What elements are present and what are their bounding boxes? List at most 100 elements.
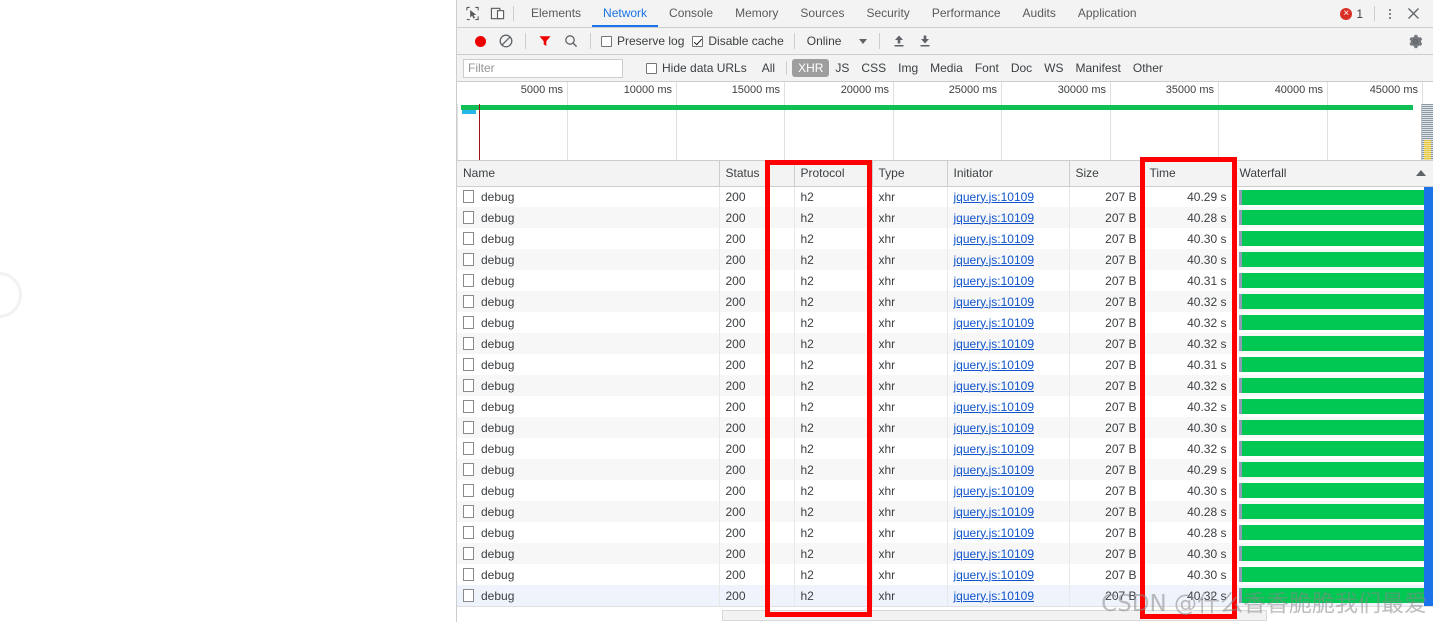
- column-header-time[interactable]: Time: [1143, 161, 1234, 187]
- filter-toggle-button[interactable]: [532, 29, 558, 53]
- initiator-link[interactable]: jquery.js:10109: [954, 316, 1035, 330]
- table-row[interactable]: debug 200 h2 xhr jquery.js:10109 207 B 40.30 s: [457, 228, 1433, 249]
- column-header-type[interactable]: Type: [872, 161, 948, 187]
- table-row[interactable]: debug 200 h2 xhr jquery.js:10109 207 B 40.29 s: [457, 186, 1433, 207]
- clear-button[interactable]: [493, 29, 519, 53]
- initiator-link[interactable]: jquery.js:10109: [954, 505, 1035, 519]
- close-icon[interactable]: [1401, 3, 1425, 25]
- table-row[interactable]: debug 200 h2 xhr jquery.js:10109 207 B 40.32 s: [457, 333, 1433, 354]
- export-har-button[interactable]: [912, 29, 938, 53]
- initiator-link[interactable]: jquery.js:10109: [954, 274, 1035, 288]
- overview-scrollbar[interactable]: [1421, 104, 1433, 160]
- table-row[interactable]: debug 200 h2 xhr jquery.js:10109 207 B 40.28 s: [457, 207, 1433, 228]
- table-row[interactable]: debug 200 h2 xhr jquery.js:10109 207 B 40.28 s: [457, 522, 1433, 543]
- preserve-log-checkbox[interactable]: Preserve log: [597, 34, 688, 48]
- type-filter-doc[interactable]: Doc: [1005, 59, 1038, 77]
- tab-audits[interactable]: Audits: [1012, 0, 1067, 27]
- type-filter-css[interactable]: CSS: [855, 59, 892, 77]
- cell-initiator: jquery.js:10109: [947, 249, 1070, 270]
- type-filter-other[interactable]: Other: [1127, 59, 1169, 77]
- tab-network[interactable]: Network: [592, 0, 659, 27]
- device-toolbar-icon[interactable]: [490, 6, 505, 21]
- column-header-protocol[interactable]: Protocol: [794, 161, 873, 187]
- initiator-link[interactable]: jquery.js:10109: [954, 295, 1035, 309]
- initiator-link[interactable]: jquery.js:10109: [954, 547, 1035, 561]
- type-filter-xhr[interactable]: XHR: [792, 59, 830, 77]
- table-row[interactable]: debug 200 h2 xhr jquery.js:10109 207 B 40.32 s: [457, 396, 1433, 417]
- table-row[interactable]: debug 200 h2 xhr jquery.js:10109 207 B 40.32 s: [457, 438, 1433, 459]
- requests-vertical-scrollbar[interactable]: [1424, 187, 1433, 606]
- document-icon: [463, 567, 474, 581]
- initiator-link[interactable]: jquery.js:10109: [954, 421, 1035, 435]
- table-row[interactable]: debug 200 h2 xhr jquery.js:10109 207 B 40.32 s: [457, 312, 1433, 333]
- table-row[interactable]: debug 200 h2 xhr jquery.js:10109 207 B 40.32 s: [457, 585, 1433, 606]
- initiator-link[interactable]: jquery.js:10109: [954, 337, 1035, 351]
- import-har-button[interactable]: [886, 29, 912, 53]
- type-filter-img[interactable]: Img: [892, 59, 924, 77]
- initiator-link[interactable]: jquery.js:10109: [954, 253, 1035, 267]
- initiator-link[interactable]: jquery.js:10109: [954, 232, 1035, 246]
- initiator-link[interactable]: jquery.js:10109: [954, 568, 1035, 582]
- tab-security[interactable]: Security: [855, 0, 920, 27]
- disable-cache-checkbox[interactable]: Disable cache: [688, 34, 787, 48]
- kebab-menu-icon[interactable]: [1379, 3, 1401, 25]
- cell-status: 200: [719, 207, 795, 228]
- table-row[interactable]: debug 200 h2 xhr jquery.js:10109 207 B 40.28 s: [457, 501, 1433, 522]
- initiator-link[interactable]: jquery.js:10109: [954, 211, 1035, 225]
- tab-application[interactable]: Application: [1067, 0, 1148, 27]
- initiator-link[interactable]: jquery.js:10109: [954, 358, 1035, 372]
- type-filter-manifest[interactable]: Manifest: [1070, 59, 1127, 77]
- requests-horizontal-scrollbar-track[interactable]: [457, 606, 1433, 622]
- table-row[interactable]: debug 200 h2 xhr jquery.js:10109 207 B 40.32 s: [457, 375, 1433, 396]
- settings-button[interactable]: [1403, 29, 1427, 53]
- initiator-link[interactable]: jquery.js:10109: [954, 190, 1035, 204]
- table-row[interactable]: debug 200 h2 xhr jquery.js:10109 207 B 40.31 s: [457, 270, 1433, 291]
- requests-horizontal-scrollbar-thumb[interactable]: [722, 610, 1267, 621]
- tab-elements[interactable]: Elements: [520, 0, 592, 27]
- tab-memory[interactable]: Memory: [724, 0, 789, 27]
- load-event-marker: [479, 104, 480, 160]
- error-badge[interactable]: × 1: [1333, 7, 1370, 21]
- type-filter-js[interactable]: JS: [829, 59, 855, 77]
- table-row[interactable]: debug 200 h2 xhr jquery.js:10109 207 B 40.30 s: [457, 417, 1433, 438]
- tab-console[interactable]: Console: [658, 0, 724, 27]
- column-header-size[interactable]: Size: [1069, 161, 1144, 187]
- initiator-link[interactable]: jquery.js:10109: [954, 442, 1035, 456]
- initiator-link[interactable]: jquery.js:10109: [954, 484, 1035, 498]
- initiator-link[interactable]: jquery.js:10109: [954, 400, 1035, 414]
- type-filter-media[interactable]: Media: [924, 59, 969, 77]
- initiator-link[interactable]: jquery.js:10109: [954, 463, 1035, 477]
- column-header-waterfall[interactable]: Waterfall: [1233, 161, 1433, 187]
- initiator-link[interactable]: jquery.js:10109: [954, 526, 1035, 540]
- inspect-element-icon[interactable]: [465, 6, 480, 21]
- column-header-name[interactable]: Name: [457, 161, 720, 187]
- hide-data-urls-checkbox[interactable]: Hide data URLs: [646, 61, 747, 75]
- table-row[interactable]: debug 200 h2 xhr jquery.js:10109 207 B 40.31 s: [457, 354, 1433, 375]
- type-filter-ws[interactable]: WS: [1038, 59, 1069, 77]
- cell-protocol: h2: [794, 543, 873, 564]
- search-button[interactable]: [558, 29, 584, 53]
- table-row[interactable]: debug 200 h2 xhr jquery.js:10109 207 B 40.30 s: [457, 564, 1433, 585]
- overview-scrollbar-thumb[interactable]: [1424, 140, 1431, 160]
- throttling-select[interactable]: Online: [801, 34, 874, 48]
- tab-sources[interactable]: Sources: [789, 0, 855, 27]
- type-filter-all[interactable]: All: [756, 59, 781, 77]
- tab-performance[interactable]: Performance: [921, 0, 1012, 27]
- filter-input[interactable]: [463, 58, 623, 78]
- cell-waterfall: [1233, 354, 1433, 375]
- cell-size: 207 B: [1069, 585, 1144, 606]
- column-header-initiator[interactable]: Initiator: [947, 161, 1070, 187]
- record-button[interactable]: [467, 29, 493, 53]
- cell-time: 40.30 s: [1143, 249, 1234, 270]
- table-row[interactable]: debug 200 h2 xhr jquery.js:10109 207 B 40.29 s: [457, 459, 1433, 480]
- table-row[interactable]: debug 200 h2 xhr jquery.js:10109 207 B 40.30 s: [457, 249, 1433, 270]
- table-row[interactable]: debug 200 h2 xhr jquery.js:10109 207 B 40.30 s: [457, 480, 1433, 501]
- column-header-status[interactable]: Status: [719, 161, 795, 187]
- table-row[interactable]: debug 200 h2 xhr jquery.js:10109 207 B 40.32 s: [457, 291, 1433, 312]
- initiator-link[interactable]: jquery.js:10109: [954, 379, 1035, 393]
- type-filter-font[interactable]: Font: [969, 59, 1005, 77]
- initiator-link[interactable]: jquery.js:10109: [954, 589, 1035, 603]
- network-overview-timeline[interactable]: 5000 ms 10000 ms 15000 ms 20000 ms 25000…: [457, 82, 1433, 161]
- cell-name: debug: [457, 522, 720, 543]
- table-row[interactable]: debug 200 h2 xhr jquery.js:10109 207 B 40.30 s: [457, 543, 1433, 564]
